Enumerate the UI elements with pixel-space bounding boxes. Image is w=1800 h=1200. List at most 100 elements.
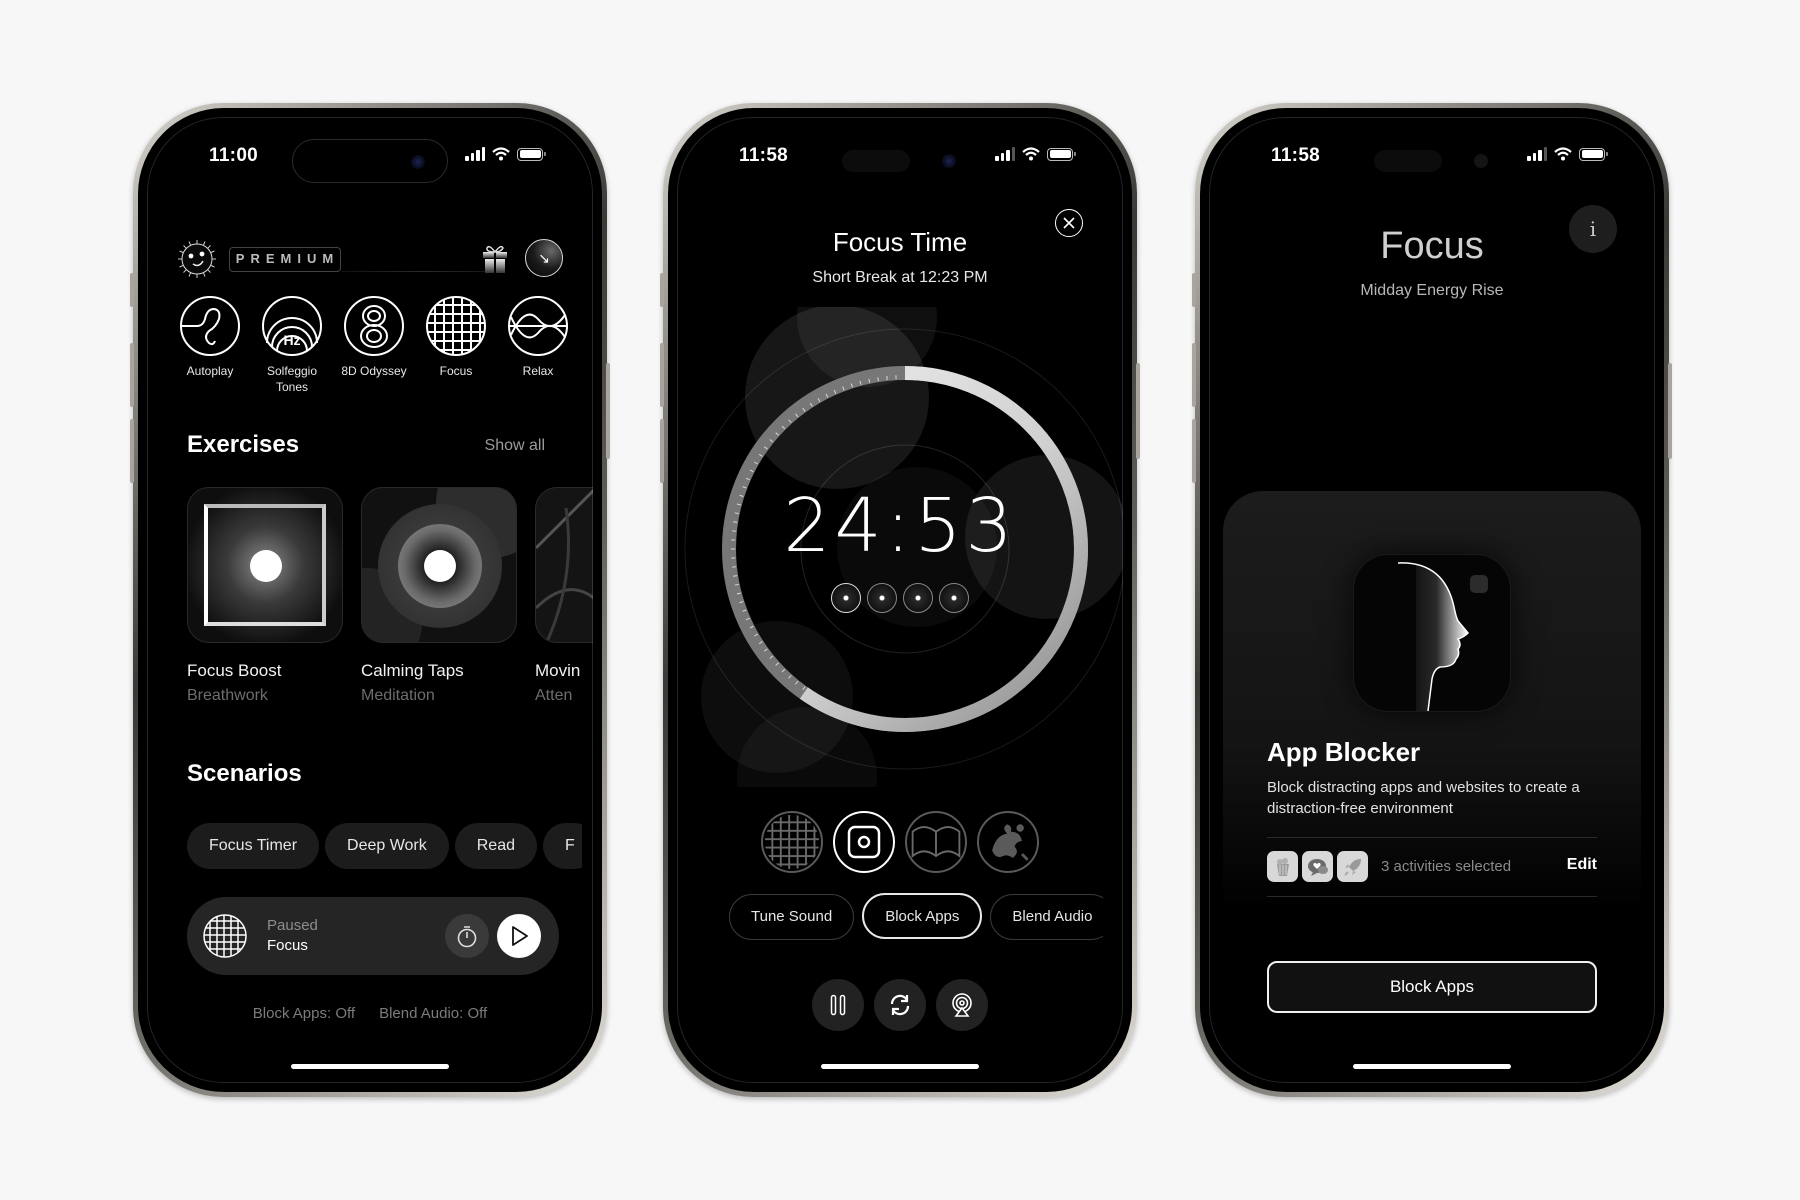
gift-icon[interactable]: [481, 243, 509, 273]
timer-title: Focus Time: [832, 227, 968, 257]
activities-count: 3 activities selected: [1381, 858, 1512, 875]
home-indicator[interactable]: [1353, 1064, 1511, 1069]
volume-down-button: [660, 419, 664, 483]
mode-subtitle: Midday Energy Rise: [1360, 282, 1504, 299]
chip-more[interactable]: F: [543, 823, 582, 869]
exercises-title: Exercises: [187, 431, 300, 458]
chip-focus-timer[interactable]: Focus Timer: [187, 823, 320, 869]
play-button[interactable]: [497, 914, 541, 958]
side-button: [606, 363, 610, 459]
scene-dragon[interactable]: [977, 811, 1039, 873]
sun-face-icon[interactable]: [175, 237, 219, 281]
side-button: [1668, 363, 1672, 459]
dragon-icon: [992, 824, 1029, 861]
status-time: 11:00: [209, 145, 259, 166]
activity-icons: [1267, 851, 1368, 882]
ring-tick: [733, 575, 738, 577]
moving-thumbnail: [535, 487, 593, 643]
phone-focus-timer: 11:58 Focus Time Short Break at 12:23 PM: [660, 103, 1140, 1097]
session-indicator: [939, 583, 969, 613]
grid-globe-icon: [203, 914, 247, 958]
badge-square: [1470, 575, 1488, 593]
exercise-name: Calming Taps: [361, 661, 464, 680]
timer-button[interactable]: [445, 914, 489, 958]
player-mode: Focus: [267, 937, 308, 954]
home-indicator[interactable]: [291, 1064, 449, 1069]
battery-icon: [517, 147, 546, 161]
mode-title: Focus: [1380, 225, 1484, 267]
mode-focus[interactable]: Focus: [421, 295, 491, 395]
pause-button[interactable]: [812, 979, 864, 1031]
scene-selector: [677, 811, 1123, 873]
timer-options: Tune Sound Block Apps Blend Audio: [729, 893, 1103, 943]
dynamic-island: [822, 139, 978, 183]
scene-dot-square[interactable]: [833, 811, 895, 873]
block-apps-button[interactable]: Block Apps: [1267, 961, 1597, 1013]
camera: [1474, 154, 1488, 168]
session-indicator: [831, 583, 861, 613]
mode-label: 8D Odyssey: [341, 364, 407, 378]
session-indicator: [903, 583, 933, 613]
rocket-icon: [1337, 851, 1368, 882]
chip-read[interactable]: Read: [454, 823, 537, 869]
mode-solfeggio[interactable]: Hz Solfeggio Tones: [257, 295, 327, 395]
show-all-link[interactable]: Show all: [485, 437, 545, 455]
home-header: PREMIUM ↘: [175, 235, 565, 285]
home-indicator[interactable]: [821, 1064, 979, 1069]
exercise-card[interactable]: Calming Taps Meditation: [361, 487, 517, 705]
blend-audio-status: Blend Audio: Off: [379, 1005, 488, 1022]
tune-sound-button[interactable]: Tune Sound: [729, 894, 855, 940]
arrow-down-right-icon: ↘: [538, 249, 550, 266]
activities-row[interactable]: 3 activities selected Edit: [1267, 837, 1597, 897]
edit-button[interactable]: Edit: [1567, 856, 1597, 874]
block-apps-button[interactable]: Block Apps: [862, 893, 983, 939]
airplay-icon: [952, 993, 972, 1017]
wave-icon: [508, 296, 568, 356]
signal-icon: [995, 147, 1015, 161]
exercise-card[interactable]: Movin Atten: [535, 487, 593, 705]
sound-modes: Autoplay Hz Solfeggio Tones 8D Odyssey F…: [175, 295, 573, 395]
volume-up-button: [660, 343, 664, 407]
autoplay-icon: [180, 296, 240, 356]
hz-waves-icon: Hz: [262, 296, 322, 356]
exercise-category: Meditation: [361, 687, 435, 704]
scene-grid[interactable]: [761, 811, 823, 873]
wifi-icon: [1554, 147, 1572, 161]
session-indicator: [867, 583, 897, 613]
mode-8d-odyssey[interactable]: 8D Odyssey: [339, 295, 409, 395]
repeat-icon: [890, 994, 910, 1016]
exercise-name: Movin: [535, 661, 581, 680]
mode-label: Focus: [439, 364, 473, 378]
block-apps-status: Block Apps: Off: [252, 1005, 356, 1022]
side-button: [1136, 363, 1140, 459]
profile-button[interactable]: ↘: [525, 239, 563, 277]
mode-autoplay[interactable]: Autoplay: [175, 295, 245, 395]
scene-book[interactable]: [905, 811, 967, 873]
dynamic-island: [1354, 139, 1510, 183]
focus-boost-thumbnail: [187, 487, 343, 643]
airplay-button[interactable]: [936, 979, 988, 1031]
wifi-icon: [492, 147, 510, 161]
signal-icon: [465, 147, 485, 161]
exercises-carousel: Focus Boost Breathwork Calming Taps Medi…: [187, 487, 593, 717]
chat-heart-icon: [1302, 851, 1333, 882]
blend-audio-button[interactable]: Blend Audio: [990, 894, 1103, 940]
ring-tick: [877, 377, 879, 382]
mode-label: Relax: [522, 364, 554, 378]
pause-icon: [830, 994, 846, 1016]
signal-icon: [1527, 147, 1547, 161]
volume-up-button: [1192, 343, 1196, 407]
grid-globe-icon: [426, 296, 486, 356]
chip-deep-work[interactable]: Deep Work: [325, 823, 449, 869]
wifi-icon: [1022, 147, 1040, 161]
mode-relax[interactable]: Relax: [503, 295, 573, 395]
phone-app-blocker: 11:58 i Focus Midday Energy Rise App Blo…: [1192, 103, 1672, 1097]
camera: [942, 154, 956, 168]
premium-badge[interactable]: PREMIUM: [229, 247, 341, 272]
repeat-button[interactable]: [874, 979, 926, 1031]
mini-player[interactable]: Paused Focus: [187, 897, 559, 975]
dynamic-island: [292, 139, 448, 183]
scenario-chips: Focus Timer Deep Work Read F: [187, 823, 582, 873]
svg-text:Hz: Hz: [283, 332, 300, 348]
exercise-card[interactable]: Focus Boost Breathwork: [187, 487, 343, 705]
